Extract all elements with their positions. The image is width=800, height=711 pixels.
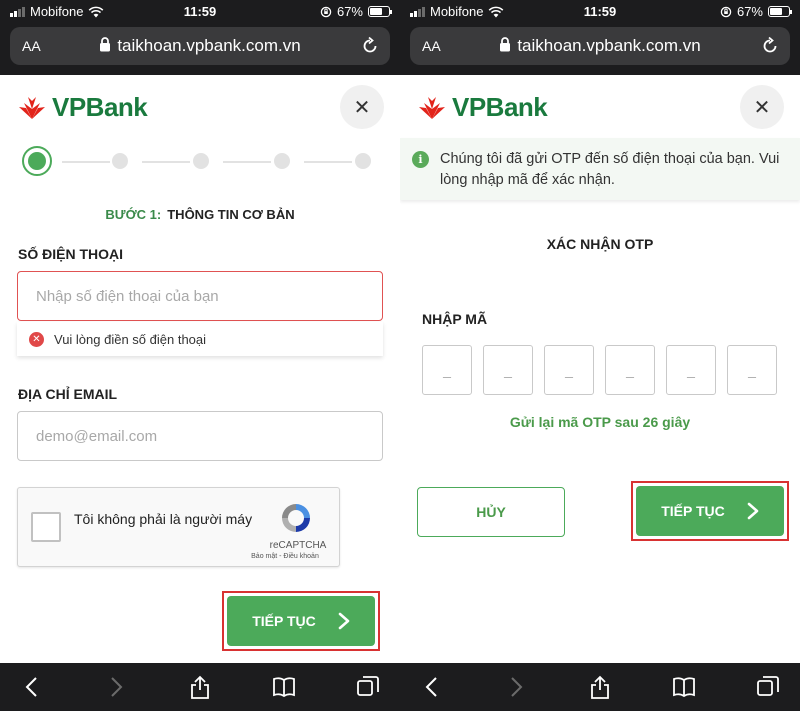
email-label: ĐỊA CHỈ EMAIL	[18, 386, 118, 402]
chevron-right-icon	[747, 502, 759, 520]
step-connector	[304, 161, 352, 163]
step-name: THÔNG TIN CƠ BẢN	[167, 207, 295, 222]
resend-otp-countdown: Gửi lại mã OTP sau 26 giây	[509, 414, 691, 430]
otp-digit-input[interactable]: _	[605, 345, 655, 395]
step-connector	[223, 161, 271, 163]
continue-button[interactable]: TIẾP TỤC	[636, 486, 784, 536]
status-bar: Mobifone 11:59 67%	[0, 0, 400, 24]
address-bar[interactable]: AA taikhoan.vpbank.com.vn	[10, 27, 390, 65]
otp-digit-input[interactable]: _	[544, 345, 594, 395]
vpbank-logo: VPBank	[418, 92, 548, 123]
battery-icon	[368, 6, 392, 17]
lock-icon	[100, 37, 111, 52]
orientation-lock-icon	[720, 6, 732, 17]
browser-toolbar	[400, 663, 800, 711]
url-text: taikhoan.vpbank.com.vn	[517, 36, 701, 55]
phone-error-message: ✕ Vui lòng điền số điện thoại	[17, 322, 383, 356]
continue-button[interactable]: TIẾP TỤC	[227, 596, 375, 646]
info-icon: i	[412, 151, 429, 168]
url-text: taikhoan.vpbank.com.vn	[117, 36, 301, 55]
book-icon[interactable]	[272, 675, 296, 699]
chevron-left-icon[interactable]	[20, 675, 44, 699]
share-icon[interactable]	[588, 675, 612, 699]
vpbank-lotus-icon	[419, 96, 445, 119]
orientation-lock-icon	[320, 6, 332, 17]
otp-digit-input[interactable]: _	[483, 345, 533, 395]
phone-input[interactable]	[17, 271, 383, 321]
vpbank-lotus-icon	[19, 96, 45, 119]
browser-chrome: Mobifone 11:59 67% AA taikhoan.vpbank.co…	[400, 0, 800, 75]
chevron-right-icon	[338, 612, 350, 630]
browser-chrome: Mobifone 11:59 67% AA taikhoan.vpbank.co…	[0, 0, 400, 75]
chevron-right-icon[interactable]	[504, 675, 528, 699]
reload-icon[interactable]	[760, 36, 780, 56]
step-indicator	[355, 153, 371, 169]
tabs-icon[interactable]	[356, 675, 380, 699]
close-button[interactable]: ✕	[340, 85, 384, 129]
book-icon[interactable]	[672, 675, 696, 699]
close-button[interactable]: ✕	[740, 85, 784, 129]
battery-percent: 67%	[736, 4, 763, 19]
step-indicator	[274, 153, 290, 169]
close-icon: ✕	[353, 96, 371, 119]
step-indicator	[112, 153, 128, 169]
url-display[interactable]: taikhoan.vpbank.com.vn	[410, 36, 790, 56]
step-indicator	[193, 153, 209, 169]
recaptcha-text: Tôi không phải là người máy	[74, 511, 253, 527]
phone-error-text: Vui lòng điền số điện thoại	[54, 331, 207, 347]
page-title: XÁC NHẬN OTP	[546, 236, 654, 252]
lock-icon	[500, 37, 511, 52]
reload-icon[interactable]	[360, 36, 380, 56]
status-right: 67%	[320, 4, 392, 19]
close-icon: ✕	[753, 96, 771, 119]
phone-label: SỐ ĐIỆN THOẠI	[18, 246, 124, 262]
otp-digit-input[interactable]: _	[666, 345, 716, 395]
step-connector	[62, 161, 110, 163]
recaptcha-logo-icon	[282, 504, 310, 532]
error-icon: ✕	[29, 331, 44, 347]
url-display[interactable]: taikhoan.vpbank.com.vn	[10, 36, 390, 56]
cancel-button[interactable]: HỦY	[417, 487, 565, 537]
recaptcha-widget: Tôi không phải là người máy reCAPTCHA Bả…	[17, 487, 340, 567]
step-heading: BƯỚC 1: THÔNG TIN CƠ BẢN	[0, 207, 400, 222]
battery-percent: 67%	[336, 4, 363, 19]
battery-icon	[768, 6, 792, 17]
brand-name: VPBank	[452, 92, 548, 122]
otp-digit-input[interactable]: _	[422, 345, 472, 395]
status-right: 67%	[720, 4, 792, 19]
chevron-left-icon[interactable]	[420, 675, 444, 699]
continue-label: TIẾP TỤC	[252, 613, 316, 629]
step-progress	[22, 146, 382, 176]
recaptcha-links[interactable]: Bảo mật - Điều khoản	[240, 553, 330, 560]
brand-name: VPBank	[52, 92, 148, 122]
vpbank-logo: VPBank	[18, 92, 148, 123]
continue-label: TIẾP TỤC	[661, 503, 725, 519]
chevron-right-icon[interactable]	[104, 675, 128, 699]
recaptcha-brand: reCAPTCHA	[269, 540, 327, 551]
otp-info-text: Chúng tôi đã gửi OTP đến số điện thoại c…	[440, 151, 780, 188]
browser-toolbar	[0, 663, 400, 711]
otp-info-banner: i Chúng tôi đã gửi OTP đến số điện thoại…	[400, 138, 800, 200]
step-number: BƯỚC 1:	[105, 207, 162, 222]
otp-code-label: NHẬP MÃ	[422, 311, 488, 327]
otp-digit-input[interactable]: _	[727, 345, 777, 395]
step-indicator-active	[22, 146, 52, 176]
phone-screen-step1: Mobifone 11:59 67% AA taikhoan.vpbank.co…	[0, 0, 400, 711]
recaptcha-checkbox[interactable]	[31, 512, 61, 542]
tabs-icon[interactable]	[756, 675, 780, 699]
share-icon[interactable]	[188, 675, 212, 699]
address-bar[interactable]: AA taikhoan.vpbank.com.vn	[410, 27, 790, 65]
status-bar: Mobifone 11:59 67%	[400, 0, 800, 24]
email-input[interactable]	[17, 411, 383, 461]
step-connector	[142, 161, 190, 163]
phone-screen-otp: Mobifone 11:59 67% AA taikhoan.vpbank.co…	[400, 0, 800, 711]
